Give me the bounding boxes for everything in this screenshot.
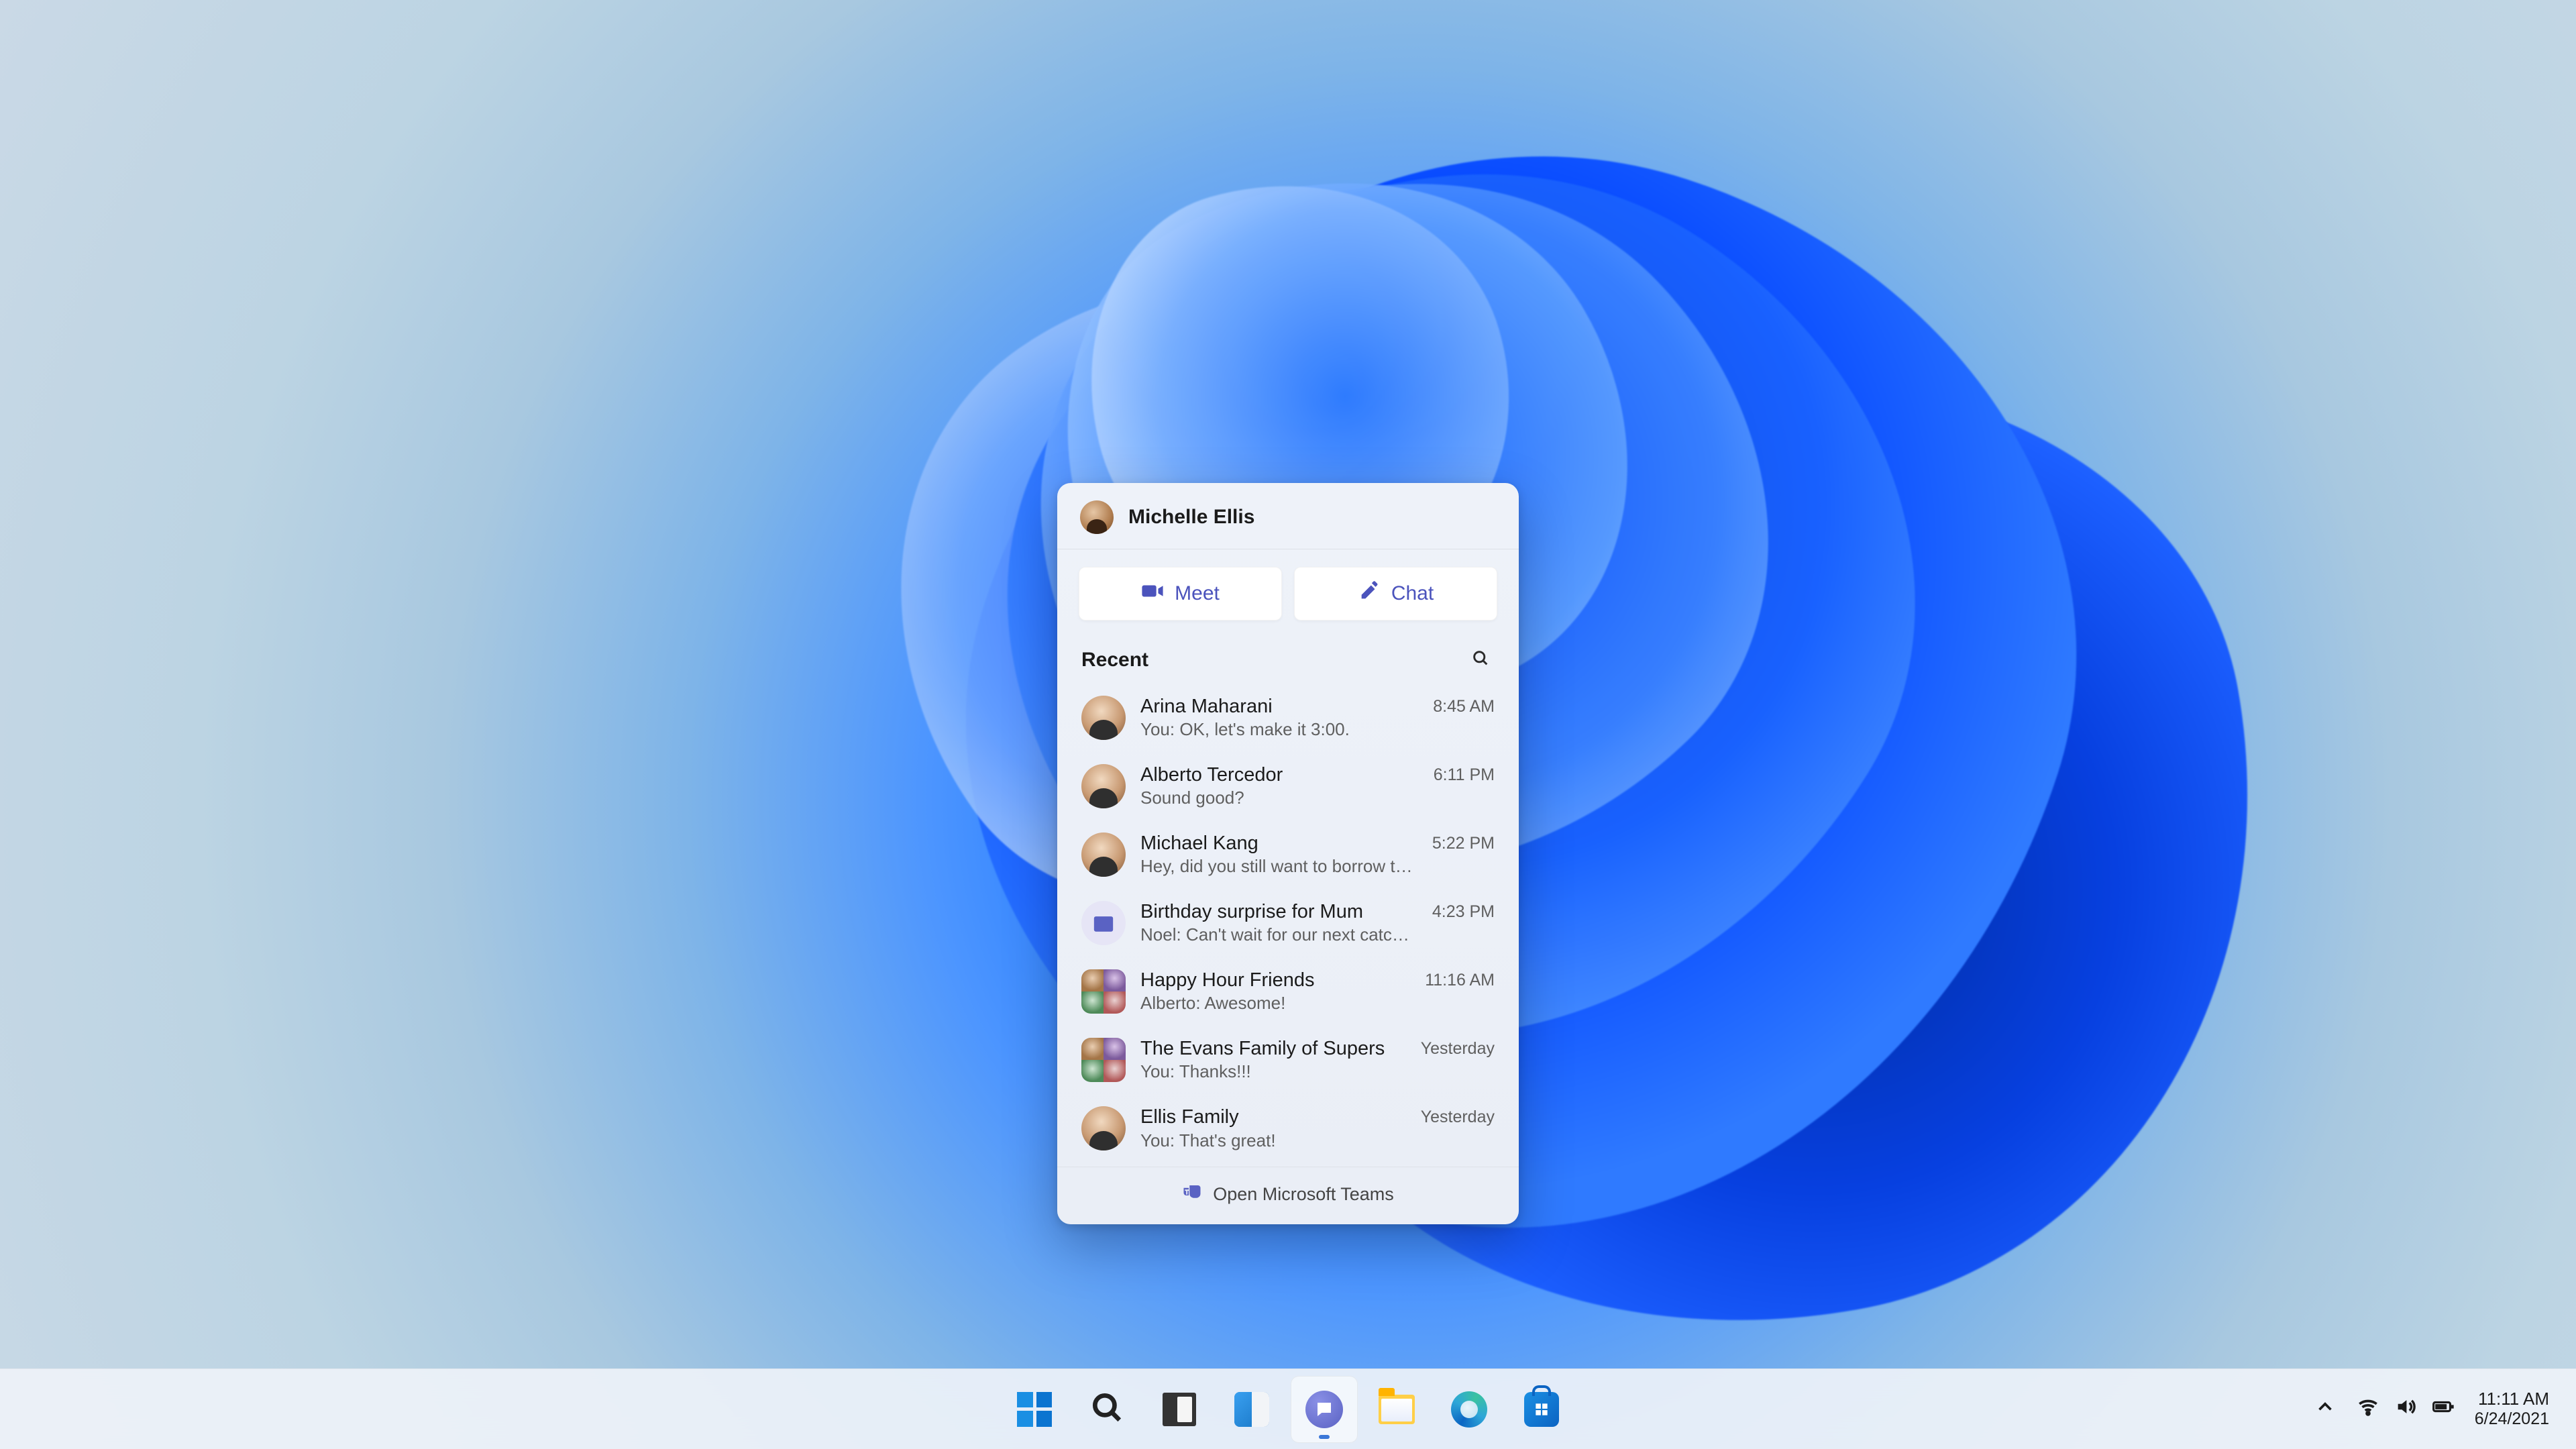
task-view-button[interactable] bbox=[1146, 1376, 1213, 1443]
open-teams-link[interactable]: Open Microsoft Teams bbox=[1057, 1167, 1519, 1224]
taskbar-search-button[interactable] bbox=[1073, 1376, 1140, 1443]
teams-icon bbox=[1182, 1182, 1202, 1207]
windows-icon bbox=[1017, 1392, 1052, 1427]
taskbar-center bbox=[1001, 1376, 1575, 1443]
user-avatar[interactable] bbox=[1080, 500, 1114, 534]
conversation-item[interactable]: Alberto Tercedor Sound good? 6:11 PM bbox=[1069, 752, 1507, 820]
conversation-time: Yesterday bbox=[1421, 1036, 1495, 1059]
conversation-name: Arina Maharani bbox=[1140, 694, 1418, 718]
conversation-item[interactable]: Happy Hour Friends Alberto: Awesome! 11:… bbox=[1069, 957, 1507, 1026]
chat-label: Chat bbox=[1391, 582, 1434, 605]
wifi-icon bbox=[2357, 1395, 2379, 1423]
chat-taskbar-button[interactable] bbox=[1291, 1376, 1358, 1443]
contact-avatar bbox=[1081, 833, 1126, 877]
tray-date: 6/24/2021 bbox=[2475, 1409, 2549, 1429]
quick-settings-button[interactable] bbox=[2357, 1395, 2455, 1423]
start-button[interactable] bbox=[1001, 1376, 1068, 1443]
chat-icon bbox=[1305, 1391, 1343, 1428]
conversation-item[interactable]: Arina Maharani You: OK, let's make it 3:… bbox=[1069, 684, 1507, 752]
action-row: Meet Chat bbox=[1057, 549, 1519, 627]
conversation-time: 8:45 AM bbox=[1433, 694, 1495, 716]
search-recent-button[interactable] bbox=[1466, 646, 1495, 674]
conversation-time: 11:16 AM bbox=[1425, 968, 1495, 990]
conversation-preview: You: Thanks!!! bbox=[1140, 1061, 1406, 1083]
chat-flyout: Michelle Ellis Meet Chat Recent bbox=[1057, 483, 1519, 1224]
user-name: Michelle Ellis bbox=[1128, 506, 1254, 529]
conversation-item[interactable]: Michael Kang Hey, did you still want to … bbox=[1069, 820, 1507, 889]
conversation-name: Michael Kang bbox=[1140, 831, 1417, 855]
meet-button[interactable]: Meet bbox=[1079, 567, 1282, 621]
contact-avatar bbox=[1081, 696, 1126, 740]
conversation-time: 5:22 PM bbox=[1432, 831, 1495, 853]
recent-title: Recent bbox=[1081, 649, 1148, 672]
conversation-item[interactable]: Ellis Family You: That's great! Yesterda… bbox=[1069, 1094, 1507, 1163]
widgets-button[interactable] bbox=[1218, 1376, 1285, 1443]
conversation-preview: Hey, did you still want to borrow the no… bbox=[1140, 855, 1417, 878]
microsoft-store-button[interactable] bbox=[1508, 1376, 1575, 1443]
file-explorer-icon bbox=[1379, 1395, 1415, 1424]
conversation-name: Ellis Family bbox=[1140, 1105, 1406, 1129]
conversation-name: Happy Hour Friends bbox=[1140, 968, 1410, 992]
conversation-time: Yesterday bbox=[1421, 1105, 1495, 1127]
conversation-name: The Evans Family of Supers bbox=[1140, 1036, 1406, 1061]
conversation-item[interactable]: Birthday surprise for Mum Noel: Can't wa… bbox=[1069, 889, 1507, 957]
conversation-name: Birthday surprise for Mum bbox=[1140, 900, 1417, 924]
meet-label: Meet bbox=[1175, 582, 1220, 605]
compose-icon bbox=[1358, 580, 1381, 608]
conversation-preview: You: OK, let's make it 3:00. bbox=[1140, 718, 1418, 741]
tray-time: 11:11 AM bbox=[2475, 1389, 2549, 1409]
volume-icon bbox=[2394, 1395, 2417, 1423]
system-tray: 11:11 AM 6/24/2021 bbox=[2314, 1369, 2549, 1449]
desktop-wallpaper: Michelle Ellis Meet Chat Recent bbox=[0, 0, 2576, 1449]
search-icon bbox=[1090, 1391, 1124, 1428]
group-avatar bbox=[1081, 969, 1126, 1014]
widgets-icon bbox=[1234, 1392, 1269, 1427]
flyout-header[interactable]: Michelle Ellis bbox=[1057, 483, 1519, 549]
recent-header: Recent bbox=[1057, 627, 1519, 682]
battery-icon bbox=[2432, 1395, 2455, 1423]
search-icon bbox=[1471, 649, 1490, 672]
conversation-preview: Noel: Can't wait for our next catch up! bbox=[1140, 924, 1417, 947]
conversation-time: 6:11 PM bbox=[1434, 763, 1495, 785]
chat-button[interactable]: Chat bbox=[1294, 567, 1497, 621]
conversation-name: Alberto Tercedor bbox=[1140, 763, 1419, 787]
contact-avatar bbox=[1081, 1106, 1126, 1150]
conversation-preview: You: That's great! bbox=[1140, 1130, 1406, 1152]
open-teams-label: Open Microsoft Teams bbox=[1213, 1184, 1394, 1205]
conversation-time: 4:23 PM bbox=[1432, 900, 1495, 922]
clock-button[interactable]: 11:11 AM 6/24/2021 bbox=[2475, 1389, 2549, 1429]
group-avatar bbox=[1081, 1038, 1126, 1082]
taskview-icon bbox=[1163, 1393, 1196, 1426]
taskbar: 11:11 AM 6/24/2021 bbox=[0, 1368, 2576, 1449]
tray-overflow-button[interactable] bbox=[2314, 1395, 2337, 1423]
calendar-icon bbox=[1081, 901, 1126, 945]
file-explorer-button[interactable] bbox=[1363, 1376, 1430, 1443]
conversation-preview: Sound good? bbox=[1140, 787, 1419, 810]
conversation-item[interactable]: The Evans Family of Supers You: Thanks!!… bbox=[1069, 1026, 1507, 1094]
conversation-list: Arina Maharani You: OK, let's make it 3:… bbox=[1057, 682, 1519, 1167]
conversation-preview: Alberto: Awesome! bbox=[1140, 992, 1410, 1015]
edge-icon bbox=[1451, 1391, 1487, 1428]
contact-avatar bbox=[1081, 764, 1126, 808]
microsoft-store-icon bbox=[1524, 1392, 1559, 1427]
video-icon bbox=[1141, 580, 1164, 608]
edge-button[interactable] bbox=[1436, 1376, 1503, 1443]
